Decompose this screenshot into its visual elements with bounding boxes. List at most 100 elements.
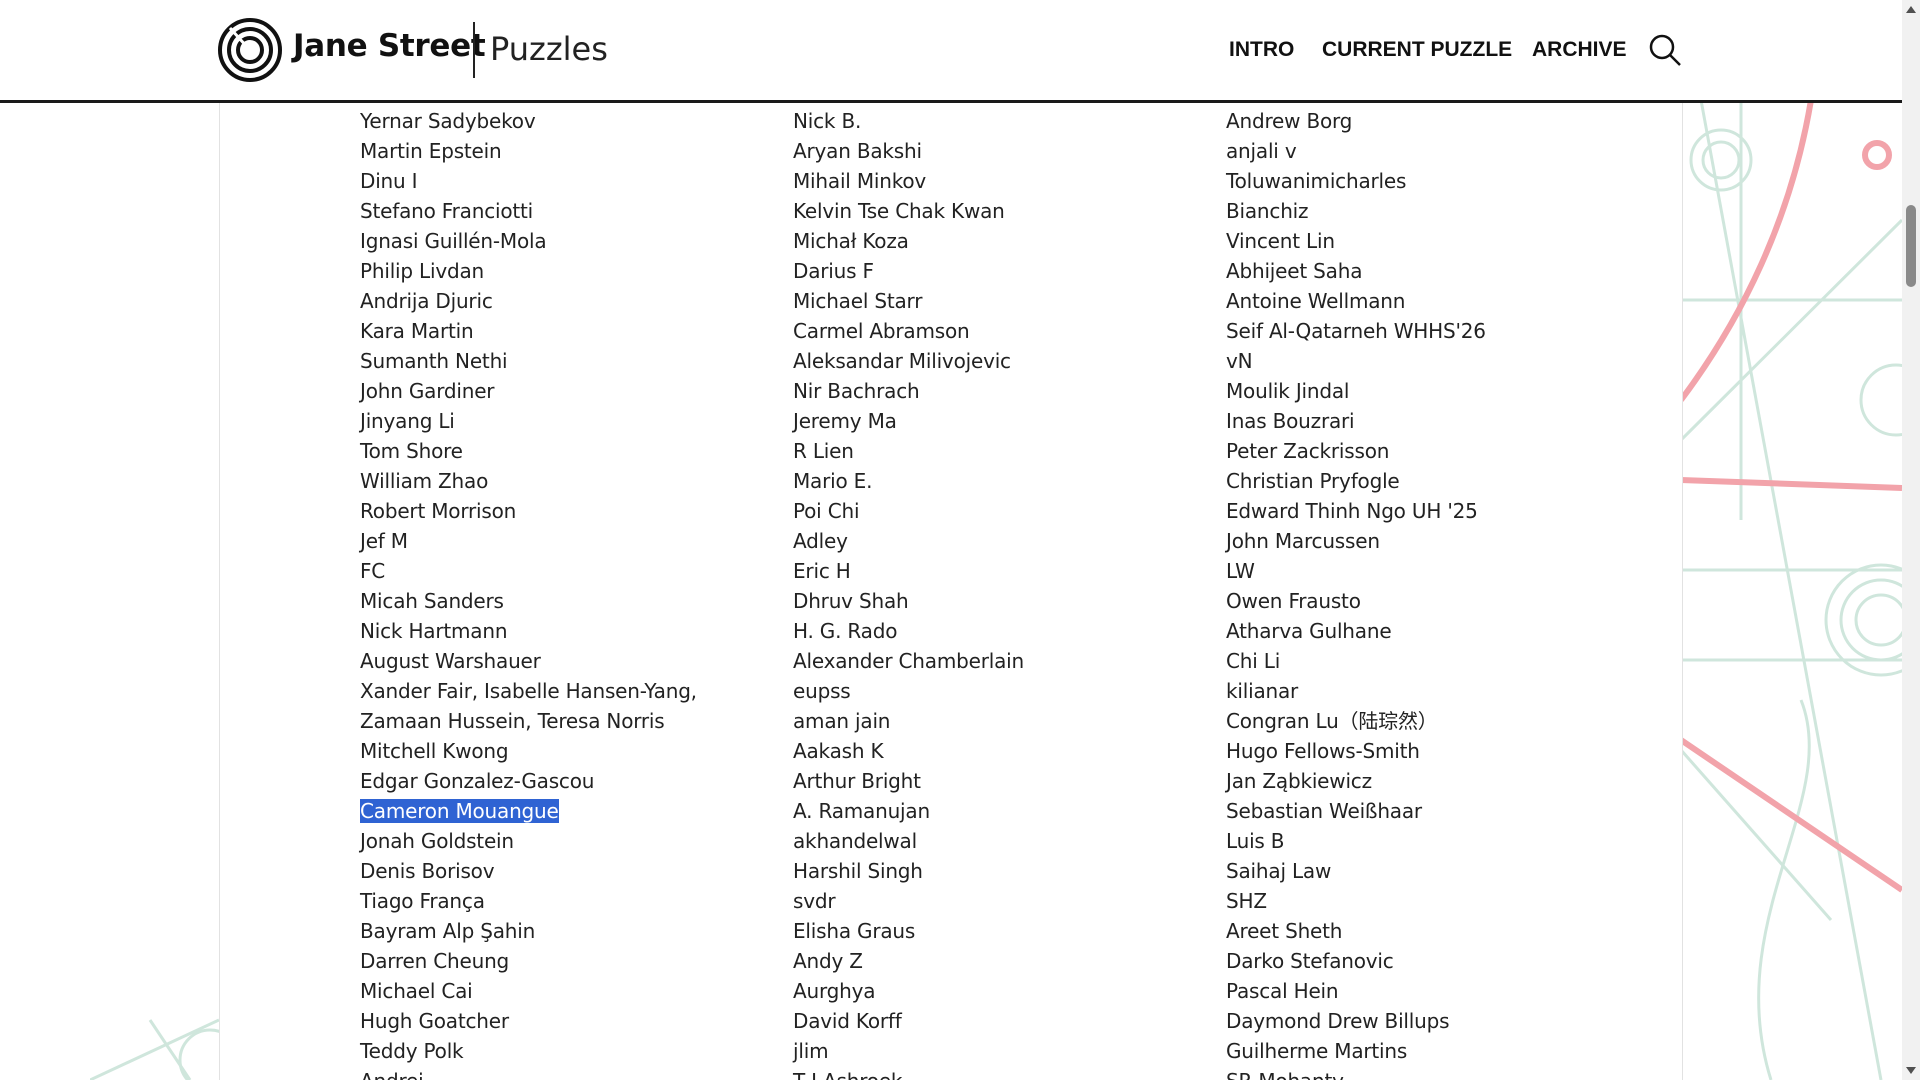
solver-name: Vincent Lin: [1226, 226, 1486, 256]
solver-name: Teddy Polk: [360, 1036, 697, 1066]
decorative-pattern-right: [1681, 100, 1902, 1080]
solver-name-text: Christian Pryfogle: [1226, 469, 1400, 493]
page: Jane Street Puzzles INTRO CURRENT PUZZLE…: [0, 0, 1902, 1080]
solver-name-text: Edward Thinh Ngo UH '25: [1226, 499, 1478, 523]
solver-name: Poi Chi: [793, 496, 1024, 526]
solver-column-3: Andrew Borg anjali v Toluwanimicharles Bian…: [1226, 106, 1486, 1080]
solver-name: Micah Sanders: [360, 586, 697, 616]
solver-name-text: Andrej: [360, 1069, 424, 1080]
solver-name-text: Poi Chi: [793, 499, 860, 523]
solver-name: aman jain: [793, 706, 1024, 736]
solver-name-text: Luis B: [1226, 829, 1285, 853]
scrollbar-thumb[interactable]: [1906, 205, 1916, 287]
solver-name-text: Pascal Hein: [1226, 979, 1339, 1003]
solver-name: Abhijeet Saha: [1226, 256, 1486, 286]
solver-name-text: akhandelwal: [793, 829, 917, 853]
solver-name: Michael Starr: [793, 286, 1024, 316]
solver-name-text: Dinu I: [360, 169, 418, 193]
solver-name: John Marcussen: [1226, 526, 1486, 556]
solver-name-text: Zamaan Hussein, Teresa Norris: [360, 709, 665, 733]
solver-name-text: anjali v: [1226, 139, 1297, 163]
solver-name-text: Moulik Jindal: [1226, 379, 1350, 403]
solver-name-text: Andrija Djuric: [360, 289, 493, 313]
solver-name-text: Chi Li: [1226, 649, 1281, 673]
solver-name-text: Harshil Singh: [793, 859, 923, 883]
solver-name-text: Sebastian Weißhaar: [1226, 799, 1422, 823]
solver-name: Daymond Drew Billups: [1226, 1006, 1486, 1036]
solver-name-text: Bianchiz: [1226, 199, 1309, 223]
solver-name: Yernar Sadybekov: [360, 106, 697, 136]
solver-name: LW: [1226, 556, 1486, 586]
solver-name: SHZ: [1226, 886, 1486, 916]
solver-name: Nir Bachrach: [793, 376, 1024, 406]
solver-name-text: Abhijeet Saha: [1226, 259, 1363, 283]
solver-name-text: Stefano Franciotti: [360, 199, 534, 223]
solver-name-text: Alexander Chamberlain: [793, 649, 1024, 673]
solver-name-text: Mario E.: [793, 469, 873, 493]
solver-name: Inas Bouzrari: [1226, 406, 1486, 436]
solver-name: Tiago França: [360, 886, 697, 916]
solver-name-text: A. Ramanujan: [793, 799, 930, 823]
solver-name: A. Ramanujan: [793, 796, 1024, 826]
solver-name: Owen Frausto: [1226, 586, 1486, 616]
solver-name-text: Tiago França: [360, 889, 485, 913]
solver-name-text: John Gardiner: [360, 379, 495, 403]
brand-section[interactable]: Puzzles: [490, 30, 608, 68]
solver-name: Ignasi Guillén-Mola: [360, 226, 697, 256]
solver-name-text: svdr: [793, 889, 836, 913]
solver-name-text: Adley: [793, 529, 848, 553]
jane-street-logo-icon[interactable]: [218, 18, 282, 82]
vertical-scrollbar[interactable]: [1902, 0, 1920, 1080]
solver-name: Elisha Graus: [793, 916, 1024, 946]
solver-name: Alexander Chamberlain: [793, 646, 1024, 676]
solver-name: Aakash K: [793, 736, 1024, 766]
solver-name: vN: [1226, 346, 1486, 376]
solver-name-text: Micah Sanders: [360, 589, 504, 613]
solver-name: Areet Sheth: [1226, 916, 1486, 946]
solver-name: Bianchiz: [1226, 196, 1486, 226]
solver-name-text: Kelvin Tse Chak Kwan: [793, 199, 1005, 223]
solver-name-text: Ignasi Guillén-Mola: [360, 229, 547, 253]
solver-name: Adley: [793, 526, 1024, 556]
solver-name: Darko Stefanovic: [1226, 946, 1486, 976]
solver-name-text: Dhruv Shah: [793, 589, 909, 613]
solver-name-text: Jonah Goldstein: [360, 829, 514, 853]
solver-name-text: Teddy Polk: [360, 1039, 464, 1063]
solver-name-text: Michael Cai: [360, 979, 473, 1003]
solver-name-text: Aakash K: [793, 739, 884, 763]
solver-name-text: Aleksandar Milivojevic: [793, 349, 1011, 373]
scroll-down-arrow-icon[interactable]: [1906, 1067, 1916, 1074]
solver-name-text: Hugh Goatcher: [360, 1009, 509, 1033]
solver-name: Hugo Fellows-Smith: [1226, 736, 1486, 766]
solver-column-2: Nick B. Aryan Bakshi Mihail Minkov Kelvin T…: [793, 106, 1024, 1080]
solver-name-text: Seif Al-Qatarneh WHHS'26: [1226, 319, 1486, 343]
solver-name: Robert Morrison: [360, 496, 697, 526]
solver-name-text: Robert Morrison: [360, 499, 517, 523]
solver-name-text: Michał Koza: [793, 229, 909, 253]
solver-name-text: August Warshauer: [360, 649, 541, 673]
nav-current-puzzle[interactable]: CURRENT PUZZLE: [1322, 38, 1512, 62]
solver-name-text: Jan Ząbkiewicz: [1226, 769, 1372, 793]
solver-name: Atharva Gulhane: [1226, 616, 1486, 646]
search-icon[interactable]: [1648, 33, 1682, 67]
solver-name-text: Xander Fair, Isabelle Hansen-Yang,: [360, 679, 697, 703]
solver-name-text: R Lien: [793, 439, 854, 463]
solver-column-1: Yernar Sadybekov Martin Epstein Dinu I Stef…: [360, 106, 697, 1080]
solver-name-text: Darko Stefanovic: [1226, 949, 1394, 973]
solver-name-text: Peter Zackrisson: [1226, 439, 1390, 463]
solver-name-text: H. G. Rado: [793, 619, 898, 643]
scroll-up-arrow-icon[interactable]: [1906, 6, 1916, 13]
solver-name: David Korff: [793, 1006, 1024, 1036]
solver-name-text: Nir Bachrach: [793, 379, 920, 403]
brand-name[interactable]: Jane Street: [293, 28, 486, 64]
nav-archive[interactable]: ARCHIVE: [1532, 38, 1627, 62]
solver-name-text: Owen Frausto: [1226, 589, 1361, 613]
solver-name-text: vN: [1226, 349, 1253, 373]
nav-intro[interactable]: INTRO: [1229, 38, 1294, 62]
solver-name-text: SHZ: [1226, 889, 1267, 913]
solver-name-text: Antoine Wellmann: [1226, 289, 1406, 313]
solver-name: Antoine Wellmann: [1226, 286, 1486, 316]
solver-name-text: Congran Lu（陆琮然）: [1226, 709, 1438, 733]
solver-name: Harshil Singh: [793, 856, 1024, 886]
solver-name: FC: [360, 556, 697, 586]
